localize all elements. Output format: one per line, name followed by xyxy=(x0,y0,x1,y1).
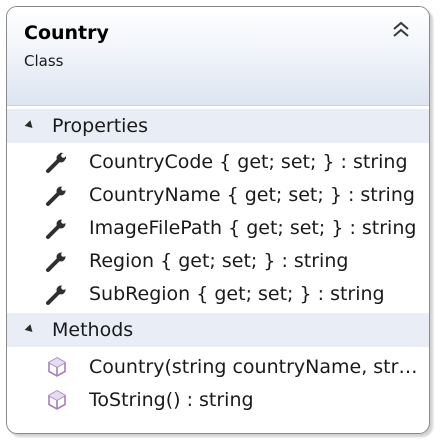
method-item[interactable]: Country(string countryName, stri... xyxy=(7,351,429,384)
method-text: ToString() : string xyxy=(89,389,254,411)
property-text: ImageFilePath { get; set; } : string xyxy=(89,217,417,239)
wrench-icon xyxy=(46,152,67,173)
section-header-properties[interactable]: Properties xyxy=(7,109,429,143)
property-text: SubRegion { get; set; } : string xyxy=(89,283,385,305)
collapse-triangle-icon[interactable] xyxy=(24,324,36,335)
property-text: Region { get; set; } : string xyxy=(89,250,349,272)
collapse-button[interactable] xyxy=(391,21,411,39)
property-item[interactable]: CountryCode { get; set; } : string xyxy=(7,146,429,179)
section-label-properties: Properties xyxy=(52,115,149,137)
property-item[interactable]: CountryName { get; set; } : string xyxy=(7,179,429,212)
collapse-triangle-icon[interactable] xyxy=(24,120,36,131)
property-item[interactable]: ImageFilePath { get; set; } : string xyxy=(7,212,429,245)
property-text: CountryName { get; set; } : string xyxy=(89,184,415,206)
property-text: CountryCode { get; set; } : string xyxy=(89,151,408,173)
method-cube-icon xyxy=(48,357,66,377)
wrench-icon xyxy=(46,219,66,239)
property-item[interactable]: SubRegion { get; set; } : string xyxy=(7,278,429,311)
section-label-methods: Methods xyxy=(52,319,134,341)
double-chevron-up-icon xyxy=(393,21,409,37)
class-header: Country Class xyxy=(7,7,429,106)
section-header-methods[interactable]: Methods xyxy=(7,313,429,347)
wrench-icon xyxy=(46,186,66,206)
method-cube-icon xyxy=(48,390,66,410)
class-name: Country xyxy=(24,22,109,44)
wrench-icon xyxy=(46,252,66,272)
wrench-icon xyxy=(46,285,66,305)
method-item[interactable]: ToString() : string xyxy=(7,384,429,417)
class-diagram-box[interactable]: Country Class Properties CountryCode { g… xyxy=(6,6,430,434)
property-item[interactable]: Region { get; set; } : string xyxy=(7,245,429,278)
class-kind: Class xyxy=(24,52,64,70)
method-text: Country(string countryName, stri... xyxy=(89,356,419,378)
